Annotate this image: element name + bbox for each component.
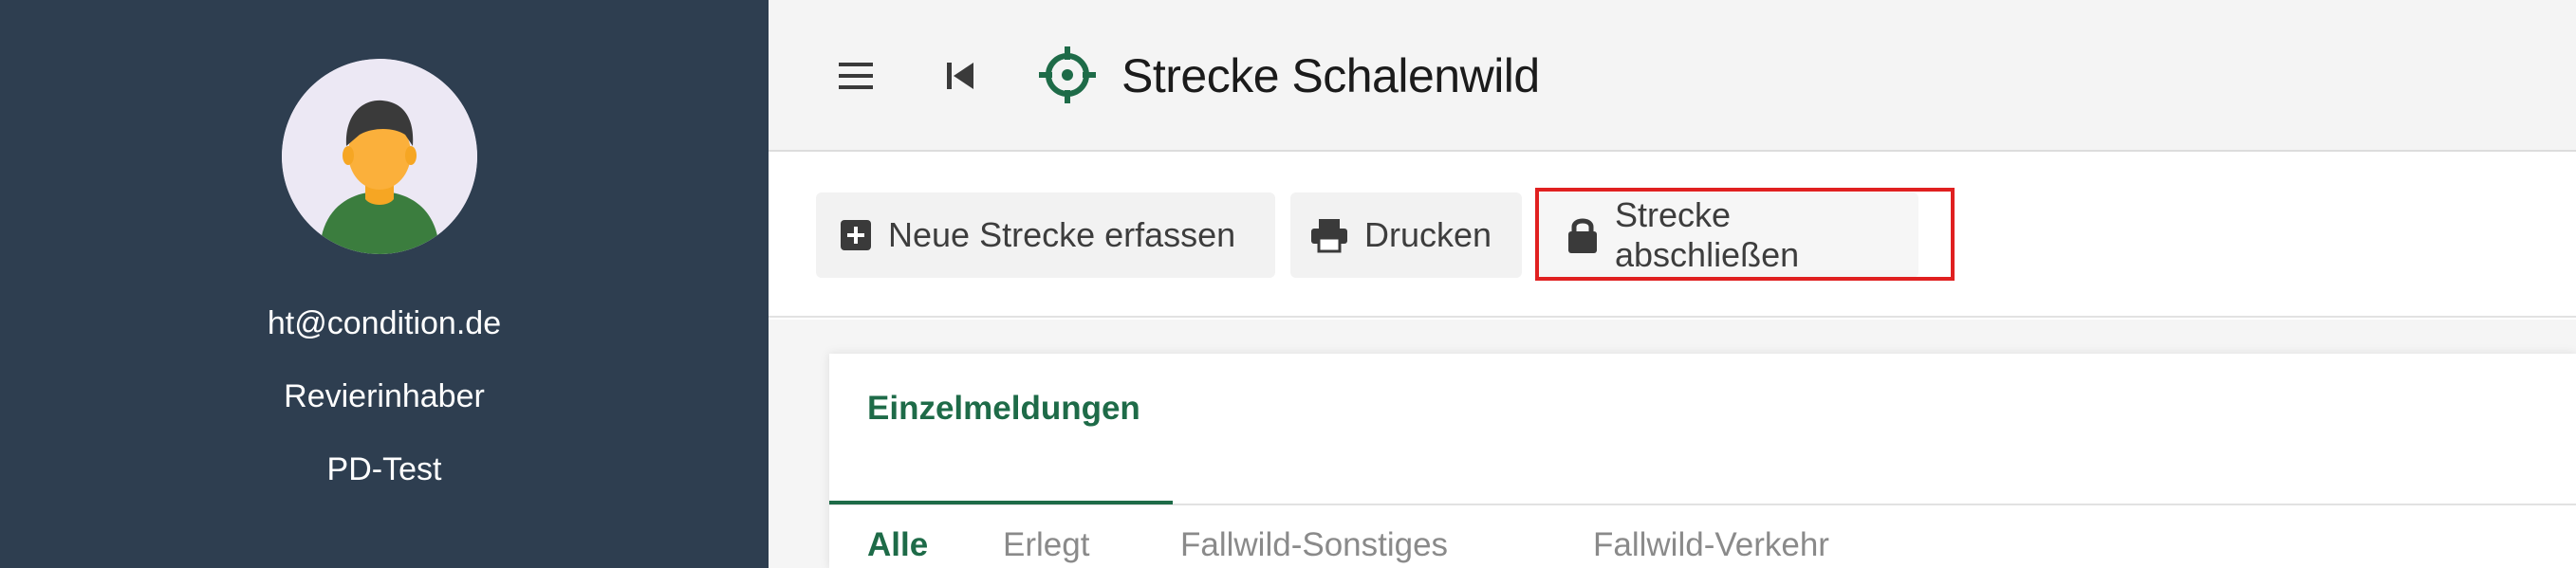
print-label: Drucken [1364,215,1492,254]
new-strecke-label: Neue Strecke erfassen [888,215,1236,254]
action-toolbar: Neue Strecke erfassen Drucken Strecke ab… [769,152,2576,318]
sidebar: ht@condition.de Revierinhaber PD-Test [0,0,769,568]
filter-erlegt[interactable]: Erlegt [1003,526,1089,564]
close-strecke-button[interactable]: Strecke abschließen [1537,192,1918,278]
lock-icon [1566,215,1600,255]
filter-alle[interactable]: Alle [867,526,928,564]
skip-back-icon[interactable] [941,57,979,95]
crosshair-target-icon [1038,46,1097,104]
plus-square-icon [839,218,873,252]
active-tab-indicator [829,501,1173,504]
user-email: ht@condition.de [267,305,502,341]
hamburger-menu-icon[interactable] [835,55,877,97]
filter-fallwild-verkehr[interactable]: Fallwild-Verkehr [1593,526,1829,564]
new-strecke-button[interactable]: Neue Strecke erfassen [816,192,1275,278]
user-organization: PD-Test [326,451,442,487]
page-header: Strecke Schalenwild [769,0,2576,152]
filter-fallwild-sonstiges[interactable]: Fallwild-Sonstiges [1180,526,1448,564]
user-role: Revierinhaber [284,378,485,414]
tab-einzelmeldungen[interactable]: Einzelmeldungen [867,390,1140,428]
printer-icon [1309,217,1349,253]
close-strecke-label: Strecke abschließen [1615,195,1800,274]
avatar-person-icon [282,59,477,254]
reports-card: Einzelmeldungen Alle Erlegt Fallwild-Son… [829,354,2576,568]
user-avatar[interactable] [282,59,477,254]
print-button[interactable]: Drucken [1290,192,1522,278]
content-area: Einzelmeldungen Alle Erlegt Fallwild-Son… [769,320,2576,568]
page-title: Strecke Schalenwild [1121,49,1540,102]
